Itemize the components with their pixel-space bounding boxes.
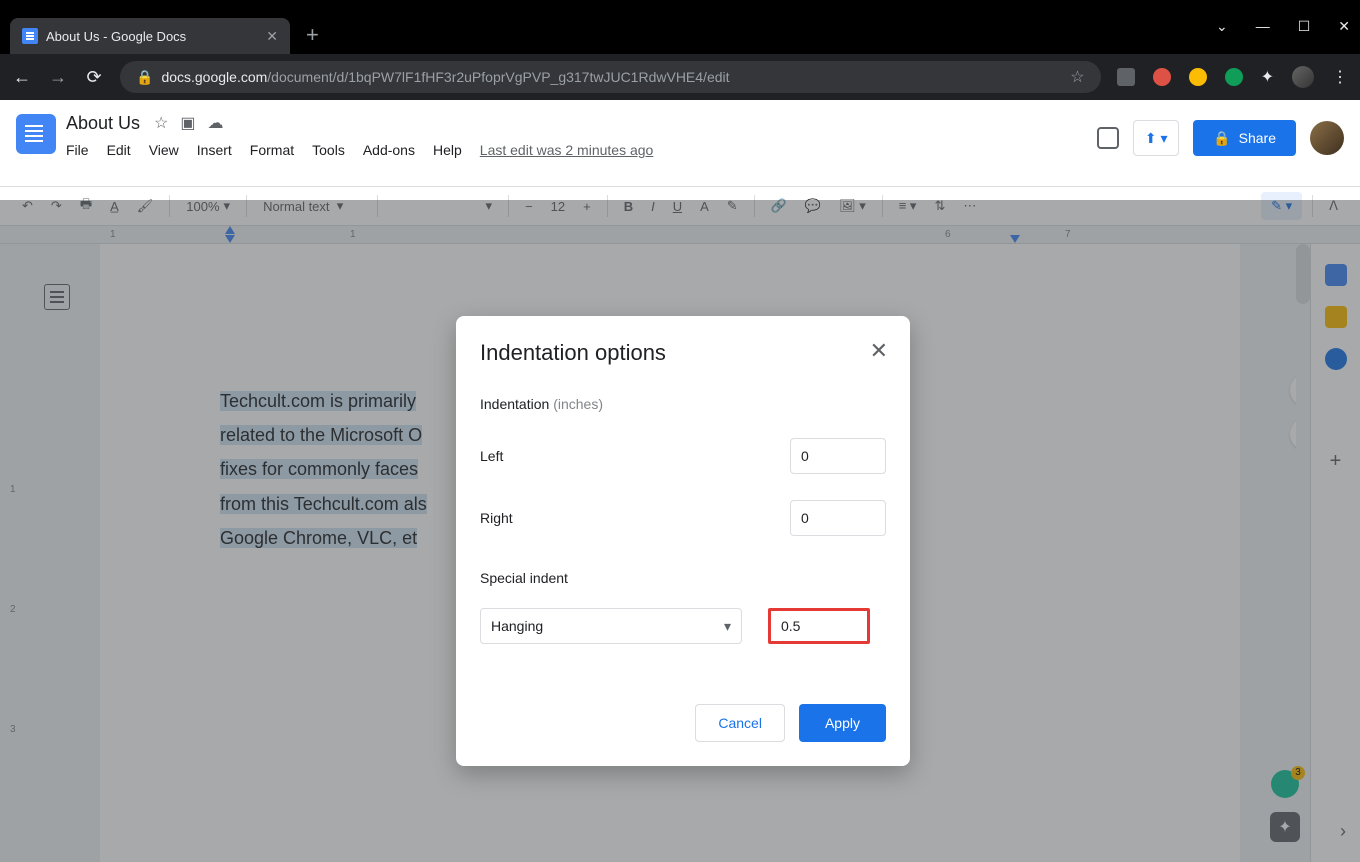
star-icon[interactable]: ☆ xyxy=(154,113,168,133)
special-indent-value-input[interactable] xyxy=(771,611,867,641)
back-button[interactable]: ← xyxy=(12,67,32,88)
docs-logo-icon[interactable] xyxy=(16,114,56,154)
left-indent-label: Left xyxy=(480,448,503,464)
comment-history-icon[interactable] xyxy=(1097,127,1119,149)
url-bar[interactable]: 🔒 docs.google.com/document/d/1bqPW7lF1fH… xyxy=(120,61,1101,93)
menu-help[interactable]: Help xyxy=(433,142,462,158)
bookmark-star-icon[interactable]: ☆ xyxy=(1070,67,1084,87)
cancel-button[interactable]: Cancel xyxy=(695,704,785,742)
reload-button[interactable]: ⟳ xyxy=(84,67,104,88)
forward-button[interactable]: → xyxy=(48,67,68,88)
extensions-puzzle-icon[interactable]: ✦ xyxy=(1261,67,1274,87)
document-title[interactable]: About Us xyxy=(66,113,140,134)
menu-tools[interactable]: Tools xyxy=(312,142,345,158)
chrome-menu-icon[interactable]: ⋮ xyxy=(1332,67,1348,87)
menu-edit[interactable]: Edit xyxy=(107,142,131,158)
extension-icon[interactable] xyxy=(1189,68,1207,86)
menu-format[interactable]: Format xyxy=(250,142,294,158)
cloud-status-icon[interactable]: ☁ xyxy=(208,113,224,133)
extension-icon[interactable] xyxy=(1153,68,1171,86)
special-indent-dropdown[interactable]: Hanging▾ xyxy=(480,608,742,644)
docs-favicon-icon xyxy=(22,28,38,44)
browser-tab[interactable]: About Us - Google Docs ✕ xyxy=(10,18,290,54)
move-folder-icon[interactable]: ▣ xyxy=(180,113,195,133)
dialog-close-icon[interactable]: ✕ xyxy=(870,338,888,364)
extension-icon[interactable] xyxy=(1225,68,1243,86)
menu-file[interactable]: File xyxy=(66,142,89,158)
address-bar: ← → ⟳ 🔒 docs.google.com/document/d/1bqPW… xyxy=(0,54,1360,100)
indentation-section-label: Indentation (inches) xyxy=(480,396,886,412)
left-indent-input[interactable] xyxy=(790,438,886,474)
right-indent-label: Right xyxy=(480,510,513,526)
apply-button[interactable]: Apply xyxy=(799,704,886,742)
menu-view[interactable]: View xyxy=(149,142,179,158)
minimize-icon[interactable]: — xyxy=(1256,18,1270,35)
right-indent-input[interactable] xyxy=(790,500,886,536)
menu-insert[interactable]: Insert xyxy=(197,142,232,158)
docs-header: About Us ☆ ▣ ☁ File Edit View Insert For… xyxy=(0,100,1360,186)
maximize-icon[interactable]: ☐ xyxy=(1298,18,1311,35)
account-avatar[interactable] xyxy=(1310,121,1344,155)
menu-bar: File Edit View Insert Format Tools Add-o… xyxy=(66,142,1097,158)
new-tab-button[interactable]: + xyxy=(290,22,335,54)
menu-addons[interactable]: Add-ons xyxy=(363,142,415,158)
lock-icon: 🔒 xyxy=(136,69,153,86)
chevron-down-icon[interactable]: ⌄ xyxy=(1216,18,1228,35)
dialog-title: Indentation options xyxy=(480,340,886,366)
tab-bar: About Us - Google Docs ✕ + ⌄ — ☐ ✕ xyxy=(0,8,1360,54)
tab-close-icon[interactable]: ✕ xyxy=(266,28,278,45)
special-indent-label: Special indent xyxy=(480,570,886,586)
last-edit-link[interactable]: Last edit was 2 minutes ago xyxy=(480,142,654,158)
extension-icon[interactable] xyxy=(1117,68,1135,86)
close-window-icon[interactable]: ✕ xyxy=(1338,18,1350,35)
url-text: docs.google.com/document/d/1bqPW7lF1fHF3… xyxy=(161,69,729,85)
present-button[interactable]: ⬆ ▾ xyxy=(1133,120,1179,156)
profile-avatar[interactable] xyxy=(1292,66,1314,88)
share-button[interactable]: 🔒 Share xyxy=(1193,120,1296,156)
indentation-options-dialog: Indentation options ✕ Indentation (inche… xyxy=(456,316,910,766)
tab-title: About Us - Google Docs xyxy=(46,29,186,44)
